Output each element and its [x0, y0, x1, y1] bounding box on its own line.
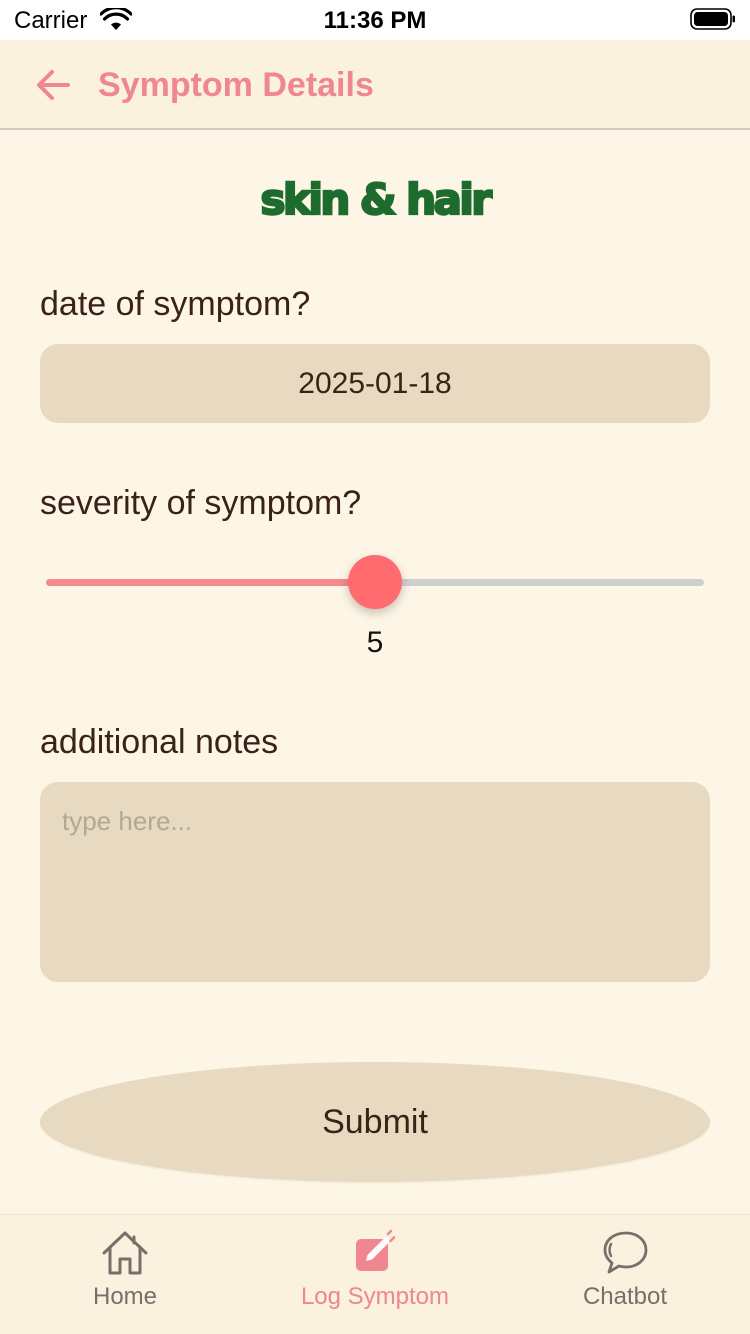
- notes-label: additional notes: [40, 723, 279, 761]
- submit-button[interactable]: Submit: [40, 1062, 710, 1182]
- back-arrow-icon[interactable]: [30, 62, 76, 108]
- date-label: date of symptom?: [40, 285, 311, 323]
- logo-text: skin & hair: [261, 175, 493, 224]
- tab-log-symptom[interactable]: Log Symptom: [250, 1215, 500, 1334]
- status-bar: Carrier 11:36 PM: [0, 0, 750, 40]
- slider-thumb[interactable]: [348, 555, 402, 609]
- slider-track-fill: [46, 579, 375, 586]
- logo-wordmark: skin & hair: [259, 174, 496, 225]
- nav-header: Symptom Details: [0, 40, 750, 130]
- date-picker[interactable]: 2025-01-18: [40, 344, 710, 423]
- battery-icon: [690, 8, 735, 30]
- severity-label: severity of symptom?: [40, 484, 362, 522]
- severity-slider[interactable]: [46, 552, 704, 612]
- page-title: Symptom Details: [98, 66, 374, 104]
- edit-icon: [356, 1229, 396, 1271]
- tab-home-label: Home: [92, 1283, 158, 1310]
- chat-icon: [603, 1231, 648, 1274]
- home-icon: [102, 1231, 148, 1275]
- symptom-details-screen: Carrier 11:36 PM Symptom Details skin & …: [0, 0, 750, 1334]
- severity-value: 5: [366, 626, 384, 659]
- notes-textarea[interactable]: [40, 782, 710, 982]
- tab-chatbot[interactable]: Chatbot: [500, 1215, 750, 1334]
- tab-home[interactable]: Home: [0, 1215, 250, 1334]
- tab-log-symptom-label: Log Symptom: [300, 1283, 450, 1310]
- date-value: 2025-01-18: [298, 366, 452, 400]
- bottom-tab-bar: Home Log Symptom Chatbot: [0, 1214, 750, 1334]
- tab-chatbot-label: Chatbot: [582, 1283, 668, 1310]
- brand-logo: skin & hair: [0, 168, 750, 228]
- status-time: 11:36 PM: [323, 7, 427, 34]
